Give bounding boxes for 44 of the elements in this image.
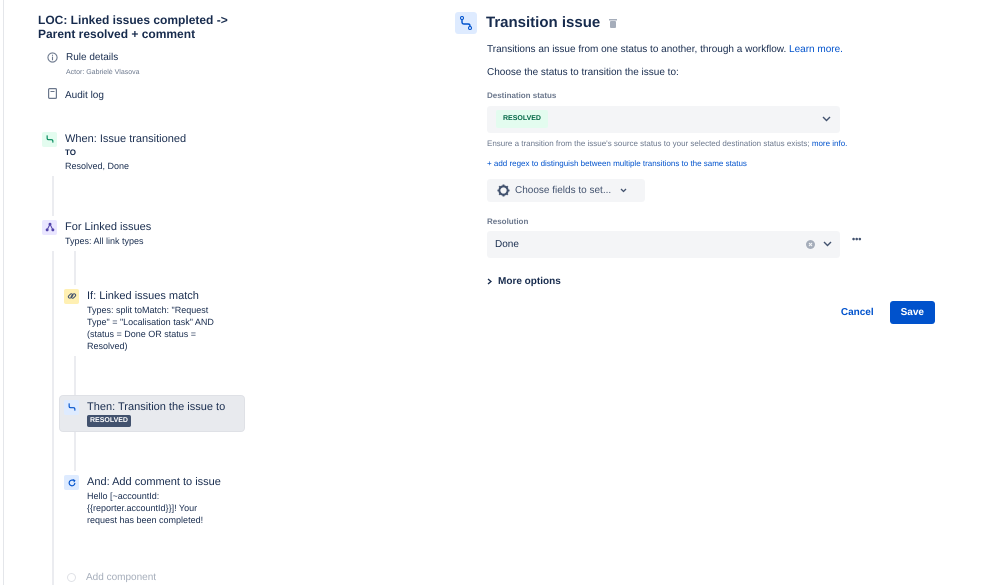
info-icon xyxy=(47,52,58,63)
help-text: Ensure a transition from the issue's source status to your selected destination status exists; xyxy=(487,138,810,148)
field-label: Resolution xyxy=(487,216,530,228)
hierarchy-icon xyxy=(42,220,57,234)
component-title: For Linked issues xyxy=(65,220,152,234)
chevron-down-icon xyxy=(822,116,831,122)
component-detail: Resolved, Done xyxy=(65,160,130,172)
learn-more-link[interactable]: Learn more. xyxy=(789,44,843,54)
refresh-icon xyxy=(64,475,79,490)
gear-icon xyxy=(497,184,510,196)
select-value: Done xyxy=(495,238,519,252)
field-label: Destination status xyxy=(487,90,558,102)
chevron-down-icon xyxy=(823,241,832,247)
description-text: Transitions an issue from one status to another, through a workflow. xyxy=(487,44,786,54)
resolution-select[interactable]: Done xyxy=(487,230,840,258)
field-label: TO xyxy=(65,146,77,158)
transition-icon xyxy=(64,400,79,414)
save-button[interactable]: Save xyxy=(890,300,935,324)
document-icon xyxy=(48,88,57,98)
component-detail: Types: split toMatch: "Request Type" = "Localisation task" AND (status = Done OR status = Resolved) xyxy=(87,304,215,352)
more-options-toggle[interactable]: More options xyxy=(487,274,561,288)
trash-icon[interactable] xyxy=(609,18,618,28)
transition-icon xyxy=(455,12,477,34)
more-info-link[interactable]: more info. xyxy=(812,138,848,148)
prompt-text: Choose the status to transition the issue to: xyxy=(487,66,680,80)
audit-log-link[interactable]: Audit log xyxy=(65,88,104,102)
component-detail: Hello [~accountId: {{reporter.accountId}}]! Your request has been completed! xyxy=(87,490,204,526)
component-detail: Types: All link types xyxy=(65,234,145,246)
panel-title: Transition issue xyxy=(486,13,600,33)
component-title: Then: Transition the issue to xyxy=(87,400,226,414)
chevron-down-icon xyxy=(620,188,628,192)
chevron-right-icon xyxy=(487,278,492,284)
component-title: And: Add comment to issue xyxy=(87,475,222,489)
add-regex-link[interactable]: + add regex to distinguish between multiple transitions to the same status xyxy=(487,158,999,170)
rule-details-link[interactable]: Rule details xyxy=(66,50,140,65)
component-title: When: Issue transitioned xyxy=(65,132,188,146)
clear-icon[interactable] xyxy=(806,240,815,248)
more-actions-button[interactable]: ••• xyxy=(852,234,862,244)
rule-title: LOC: Linked issues completed -> Parent resolved + comment xyxy=(38,13,229,41)
transition-icon xyxy=(42,132,57,146)
link-icon xyxy=(64,288,79,304)
cancel-button[interactable]: Cancel xyxy=(836,300,878,324)
choose-fields-button[interactable]: Choose fields to set... xyxy=(487,178,645,202)
component-title: If: Linked issues match xyxy=(87,288,200,302)
